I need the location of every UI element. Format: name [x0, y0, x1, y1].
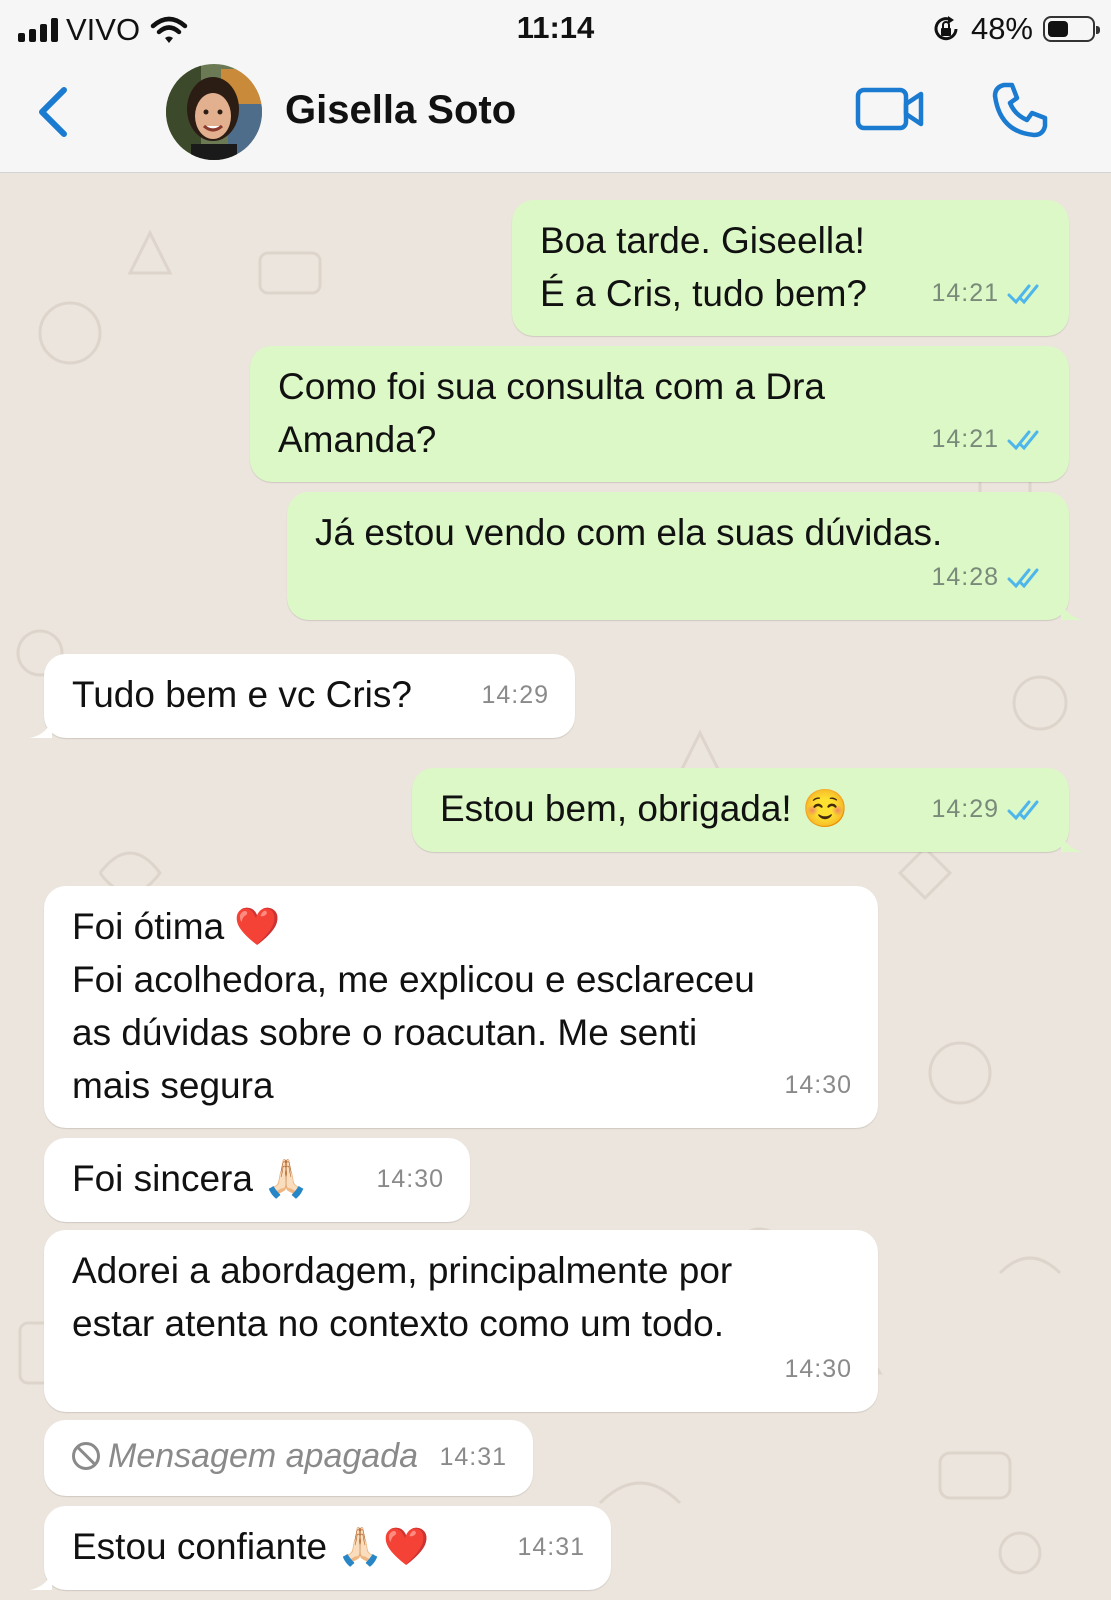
message-meta: 14:21: [931, 413, 1043, 466]
message-time: 14:31: [517, 1533, 585, 1561]
message-meta: 14:30: [784, 1343, 852, 1396]
message-time: 14:30: [784, 1071, 852, 1099]
blocked-icon: [72, 1442, 100, 1470]
message-time: 14:31: [439, 1443, 507, 1471]
read-receipt-icon: [999, 798, 1043, 822]
message-meta: 14:30: [376, 1153, 444, 1206]
message-meta: 14:31: [517, 1521, 585, 1574]
read-receipt-icon: [999, 282, 1043, 306]
message-text: Mensagem apagada: [72, 1428, 418, 1483]
outgoing-message[interactable]: Estou bem, obrigada! ☺️ 14:29: [412, 768, 1083, 852]
message-text: Estou bem, obrigada! ☺️: [440, 788, 849, 829]
message-text: Tudo bem e vc Cris?: [72, 674, 412, 715]
incoming-message[interactable]: Foi ótima ❤️ Foi acolhedora, me explicou…: [44, 886, 878, 1128]
message-time: 14:30: [376, 1165, 444, 1193]
message-text: Já estou vendo com ela suas dúvidas.: [315, 512, 943, 553]
rotation-lock-icon: [934, 16, 958, 41]
incoming-message[interactable]: Adorei a abordagem, principalmente por e…: [44, 1230, 878, 1412]
message-text: Adorei a abordagem, principalmente por e…: [72, 1250, 733, 1344]
message-text: Como foi sua consulta com a Dra Amanda?: [278, 366, 826, 460]
outgoing-message[interactable]: Como foi sua consulta com a Dra Amanda? 1…: [250, 346, 1069, 482]
message-text: Foi ótima ❤️ Foi acolhedora, me explicou…: [72, 906, 755, 1106]
chat-header: Gisella Soto: [0, 56, 1111, 173]
message-time: 14:28: [931, 563, 999, 591]
contact-name[interactable]: Gisella Soto: [285, 88, 516, 133]
read-receipt-icon: [999, 566, 1043, 590]
video-camera-icon[interactable]: [855, 84, 925, 134]
incoming-message[interactable]: Tudo bem e vc Cris? 14:29: [30, 654, 575, 738]
message-meta: 14:30: [784, 1059, 852, 1112]
phone-icon[interactable]: [990, 80, 1050, 140]
chevron-left-icon[interactable]: [30, 82, 80, 142]
message-time: 14:29: [931, 795, 999, 823]
bubble-tail: [30, 1570, 52, 1590]
message-text: Foi sincera 🙏🏻: [72, 1158, 310, 1199]
read-receipt-icon: [999, 428, 1043, 452]
bubble-tail: [1061, 600, 1083, 620]
outgoing-message[interactable]: Boa tarde. Giseella! É a Cris, tudo bem?…: [512, 200, 1069, 336]
message-text: Boa tarde. Giseella! É a Cris, tudo bem?: [540, 220, 867, 314]
message-time: 14:29: [481, 681, 549, 709]
message-time: 14:21: [931, 279, 999, 307]
message-time: 14:21: [931, 425, 999, 453]
message-meta: 14:29: [931, 783, 1043, 836]
battery-icon: [1043, 16, 1100, 42]
message-time: 14:30: [784, 1355, 852, 1383]
message-meta: 14:29: [481, 669, 549, 722]
message-meta: 14:31: [439, 1431, 507, 1484]
outgoing-message[interactable]: Já estou vendo com ela suas dúvidas. 14:2…: [287, 492, 1083, 620]
status-bar: VIVO 11:14 48%: [0, 0, 1111, 56]
deleted-message[interactable]: Mensagem apagada 14:31: [44, 1420, 533, 1496]
battery-percent: 48%: [970, 11, 1033, 46]
message-meta: 14:28: [931, 551, 1043, 604]
incoming-message[interactable]: Foi sincera 🙏🏻 14:30: [44, 1138, 470, 1222]
incoming-message[interactable]: Estou confiante 🙏🏻❤️ 14:31: [30, 1506, 611, 1590]
message-meta: 14:21: [931, 267, 1043, 320]
bubble-tail: [1061, 832, 1083, 852]
bubble-tail: [30, 718, 52, 738]
avatar[interactable]: [166, 64, 262, 160]
message-text: Estou confiante 🙏🏻❤️: [72, 1526, 430, 1567]
